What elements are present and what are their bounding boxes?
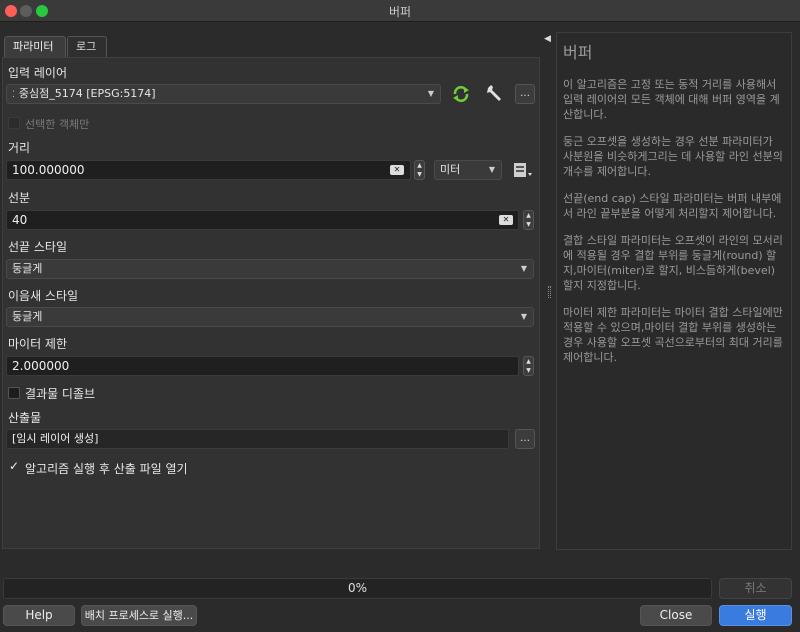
window-title: 버퍼 [388,5,412,19]
help-title: 버퍼 [563,43,593,62]
join-style-combo[interactable]: 둥글게 ▼ [6,307,534,327]
segments-spinner[interactable]: ▲ ▼ [523,210,534,230]
distance-label: 거리 [8,141,31,155]
help-button[interactable]: Help [3,605,75,626]
segments-label: 선분 [8,191,31,205]
miter-limit-input[interactable]: 2.000000 [6,356,519,376]
segments-input[interactable]: 40 [6,210,519,230]
miter-limit-label: 마이터 제한 [8,337,68,351]
miter-limit-spinner[interactable]: ▲ ▼ [523,356,534,376]
help-paragraph: 둥근 오프셋을 생성하는 경우 선분 파라미터가 사분원을 비슷하게그리는 데 … [563,135,783,178]
chevron-down-icon: ▼ [520,264,527,273]
distance-input[interactable]: 100.000000 [6,160,411,180]
clear-icon[interactable]: ✕ [390,165,404,175]
batch-process-button[interactable]: 배치 프로세스로 실행... [81,605,197,626]
output-label: 산출물 [8,411,42,425]
input-layer-options-button[interactable]: … [515,84,535,104]
chevron-down-icon: ▼ [427,89,434,98]
output-options-button[interactable]: … [515,429,535,449]
distance-spinner[interactable]: ▲ ▼ [414,160,425,180]
output-input[interactable]: [임시 레이어 생성] [6,429,509,449]
chevron-down-icon: ▼ [520,312,527,321]
wrench-icon[interactable] [485,84,505,104]
point-layer-icon: ⁚ [12,90,15,100]
run-button[interactable]: 실행 [719,605,792,626]
chevron-down-icon: ▼ [488,165,495,174]
dissolve-label: 결과물 디졸브 [25,387,96,401]
splitter-handle[interactable] [548,286,551,298]
help-paragraph: 마이터 제한 파라미터는 마이터 결합 스타일에만 적용할 수 있으며,마이터 … [563,306,783,364]
help-paragraph: 결합 스타일 파라미터는 오프셋이 라인의 모서리에 적용될 경우 결합 부위를… [563,234,783,292]
input-layer-combo[interactable]: ⁚ 중심점_5174 [EPSG:5174] ▼ [6,84,441,104]
help-paragraph: 이 알고리즘은 고정 또는 동적 거리를 사용해서 입력 레이어의 모든 객체에… [563,78,780,121]
tab-log[interactable]: 로그 [67,36,107,58]
help-panel: 버퍼 이 알고리즘은 고정 또는 동적 거리를 사용해서 입력 레이어의 모든 … [556,32,792,550]
clear-icon[interactable]: ✕ [499,215,513,225]
open-after-label: 알고리즘 실행 후 산출 파일 열기 [25,462,188,476]
selected-only-label: 선택한 객체만 [25,118,90,131]
distance-unit-value: 미터 [440,163,461,176]
data-defined-override-icon[interactable] [512,161,534,179]
cancel-button[interactable]: 취소 [719,578,792,599]
close-button[interactable]: Close [640,605,712,626]
dissolve-checkbox[interactable] [8,387,20,399]
join-style-label: 이음새 스타일 [8,289,79,303]
reload-icon[interactable] [451,85,471,103]
selected-only-checkbox[interactable] [8,117,20,129]
end-cap-style-label: 선끝 스타일 [8,240,68,254]
help-paragraph: 선끝(end cap) 스타일 파라미터는 버퍼 내부에서 라인 끝부분을 어떻… [563,192,782,220]
end-cap-style-value: 둥글게 [12,262,43,275]
input-layer-value: 중심점_5174 [EPSG:5174] [18,87,156,100]
open-after-checkmark-icon[interactable]: ✓ [9,459,19,473]
progress-bar: 0% [3,578,712,599]
join-style-value: 둥글게 [12,310,43,323]
collapse-arrow-icon[interactable]: ◀ [544,34,551,44]
tab-parameters[interactable]: 파라미터 [4,36,66,58]
title-bar: 버퍼 [0,0,800,22]
input-layer-label: 입력 레이어 [8,66,68,80]
end-cap-style-combo[interactable]: 둥글게 ▼ [6,259,534,279]
distance-unit-combo[interactable]: 미터 ▼ [434,160,502,180]
